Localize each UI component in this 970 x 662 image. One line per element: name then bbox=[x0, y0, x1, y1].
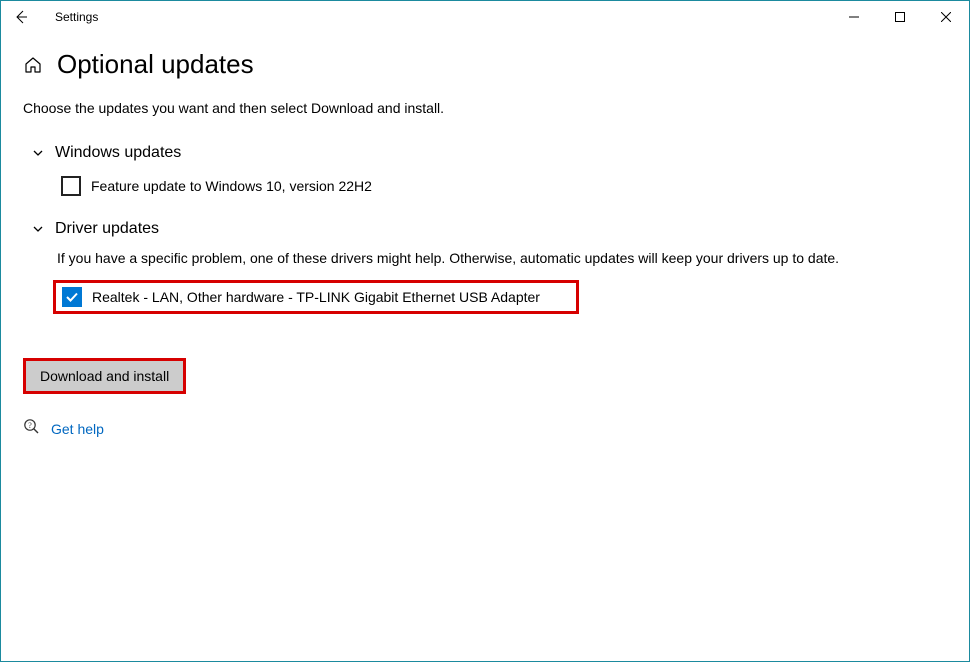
chevron-down-icon bbox=[31, 222, 45, 236]
titlebar: Settings bbox=[1, 1, 969, 33]
window-title: Settings bbox=[55, 10, 98, 24]
windows-updates-section: Windows updates Feature update to Window… bbox=[23, 144, 947, 198]
page-body: Optional updates Choose the updates you … bbox=[1, 33, 969, 439]
windows-updates-expander[interactable]: Windows updates bbox=[31, 144, 947, 162]
close-icon bbox=[941, 12, 951, 22]
driver-update-checkbox[interactable] bbox=[62, 287, 82, 307]
page-subtitle: Choose the updates you want and then sel… bbox=[23, 100, 947, 116]
page-title: Optional updates bbox=[57, 49, 254, 80]
home-icon-svg bbox=[23, 55, 43, 75]
page-header: Optional updates bbox=[23, 49, 947, 80]
maximize-icon bbox=[895, 12, 905, 22]
back-button[interactable] bbox=[13, 9, 45, 25]
windows-updates-title: Windows updates bbox=[55, 144, 181, 162]
driver-updates-title: Driver updates bbox=[55, 220, 159, 238]
get-help-link[interactable]: Get help bbox=[51, 421, 104, 437]
windows-update-checkbox[interactable] bbox=[61, 176, 81, 196]
svg-text:?: ? bbox=[28, 421, 32, 430]
driver-updates-section: Driver updates If you have a specific pr… bbox=[23, 220, 947, 336]
window-controls bbox=[831, 1, 969, 33]
back-arrow-icon bbox=[13, 9, 29, 25]
maximize-button[interactable] bbox=[877, 1, 923, 33]
driver-updates-expander[interactable]: Driver updates bbox=[31, 220, 947, 238]
checkmark-icon bbox=[65, 290, 79, 304]
minimize-icon bbox=[849, 12, 859, 22]
close-button[interactable] bbox=[923, 1, 969, 33]
driver-item-highlight: Realtek - LAN, Other hardware - TP-LINK … bbox=[53, 280, 579, 314]
windows-update-item[interactable]: Feature update to Windows 10, version 22… bbox=[57, 174, 947, 198]
download-button-highlight: Download and install bbox=[23, 358, 186, 394]
driver-updates-description: If you have a specific problem, one of t… bbox=[57, 250, 947, 266]
download-and-install-button[interactable]: Download and install bbox=[26, 361, 183, 391]
help-icon: ? bbox=[23, 418, 41, 439]
driver-update-label: Realtek - LAN, Other hardware - TP-LINK … bbox=[92, 289, 570, 305]
get-help-row[interactable]: ? Get help bbox=[23, 418, 947, 439]
chevron-down-icon bbox=[31, 146, 45, 160]
windows-update-label: Feature update to Windows 10, version 22… bbox=[91, 178, 372, 194]
minimize-button[interactable] bbox=[831, 1, 877, 33]
home-icon[interactable] bbox=[23, 55, 43, 75]
